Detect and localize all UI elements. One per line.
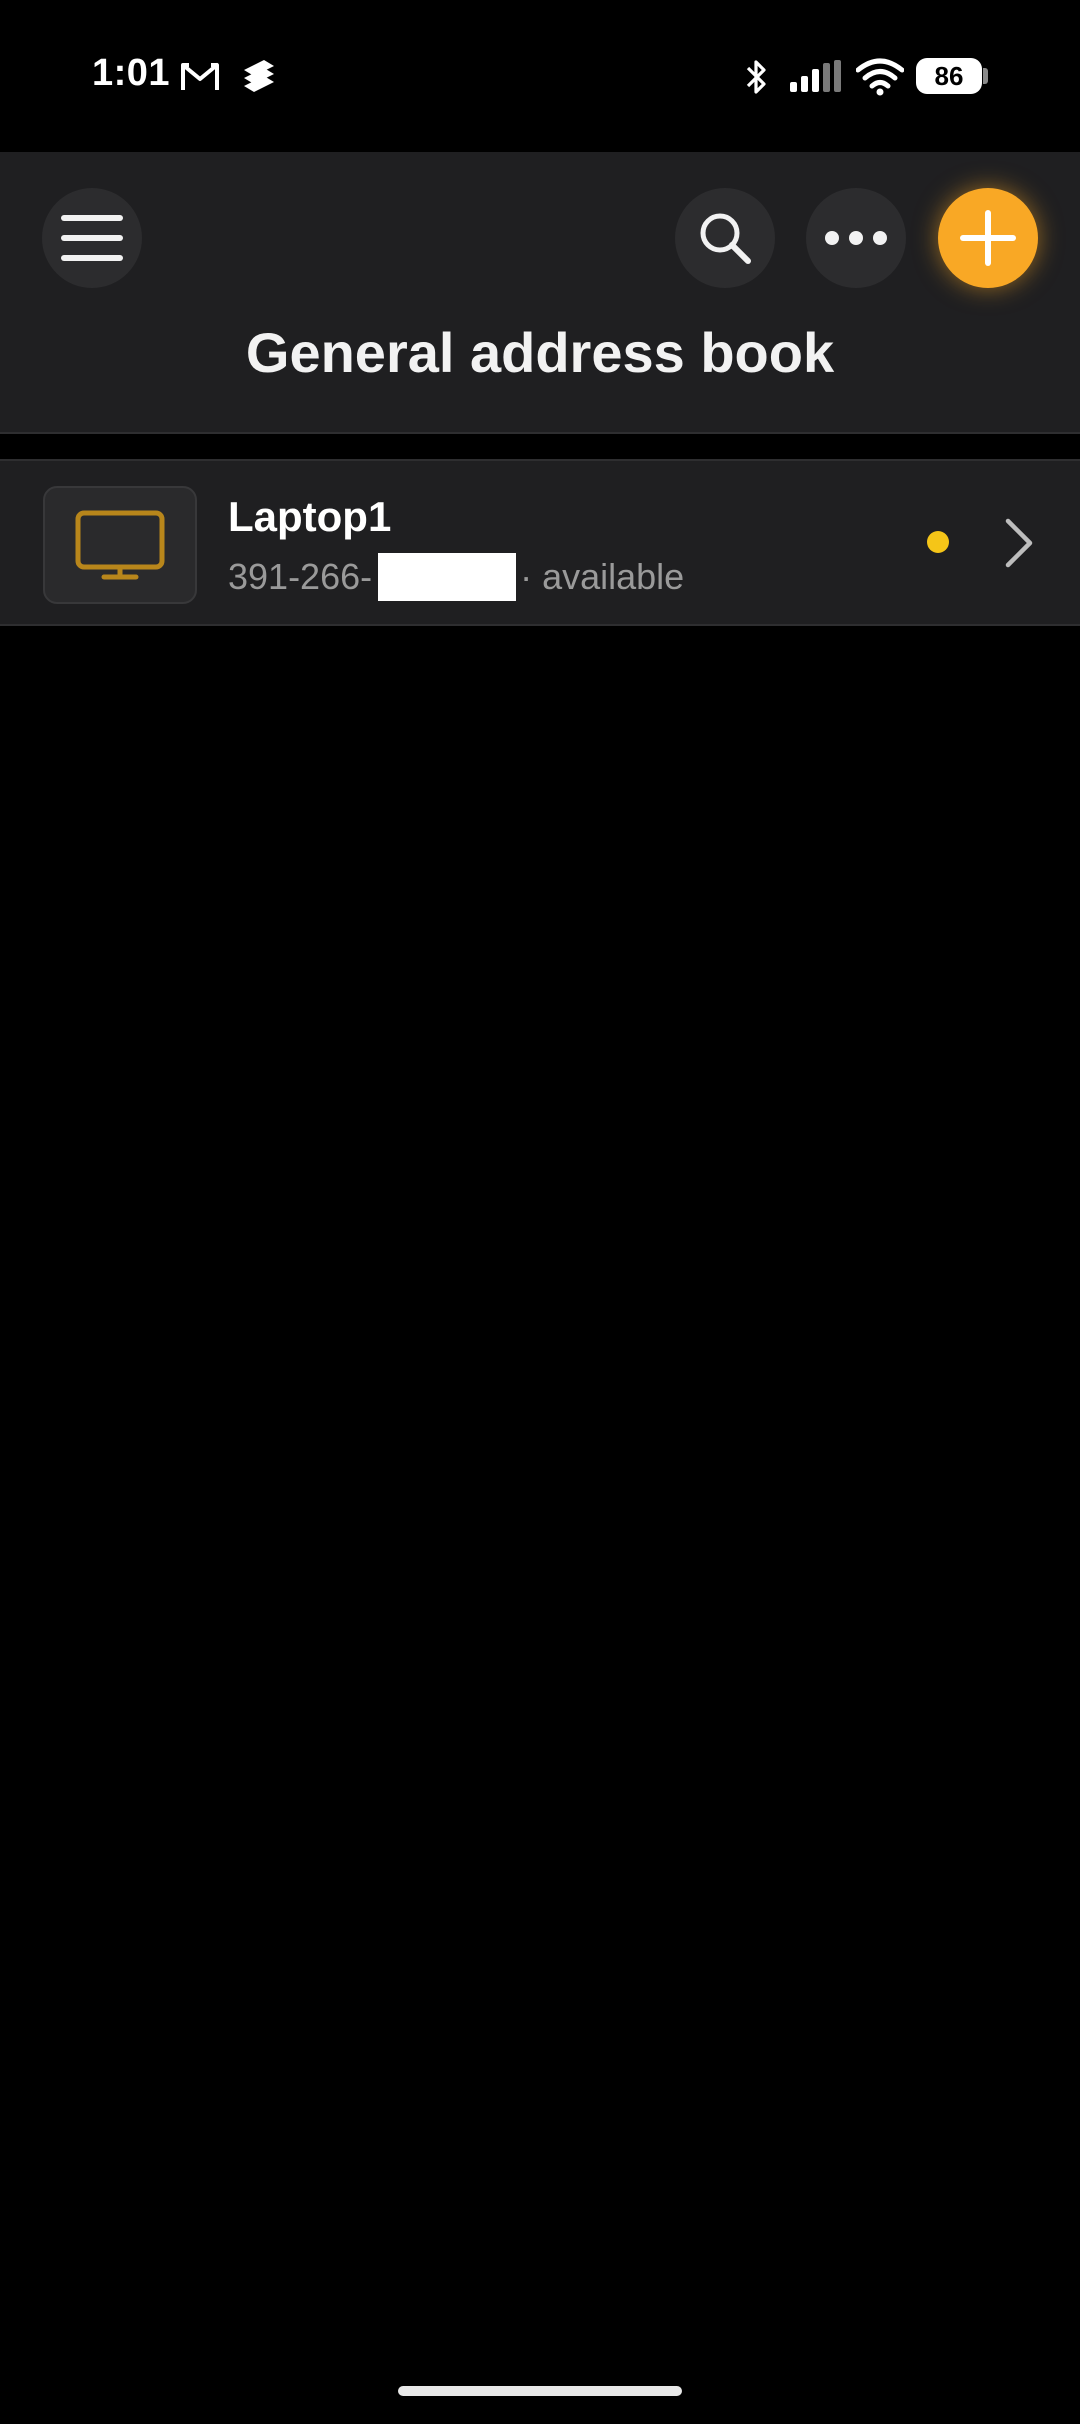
device-list-item[interactable]: Laptop1 391-266- · available: [0, 459, 1080, 626]
wifi-icon: [856, 58, 904, 96]
search-button[interactable]: [675, 188, 775, 288]
add-button[interactable]: [938, 188, 1038, 288]
signal-icon: [790, 60, 841, 92]
gmail-icon: [181, 63, 219, 90]
battery-icon: 86: [916, 58, 982, 94]
more-icon: [825, 231, 887, 245]
battery-nub: [983, 68, 988, 84]
device-id-prefix: 391-266-: [228, 556, 373, 597]
battery-level: 86: [934, 60, 964, 91]
monitor-icon: [75, 510, 165, 580]
more-options-button[interactable]: [806, 188, 906, 288]
device-id-status: 391-266- · available: [228, 553, 684, 601]
bluetooth-icon: [746, 60, 766, 94]
home-indicator[interactable]: [398, 2386, 682, 2396]
menu-icon: [61, 215, 123, 261]
search-icon: [700, 213, 751, 264]
redacted-id: [378, 553, 517, 601]
device-status: · available: [520, 556, 685, 597]
app-notification-icon: [244, 60, 274, 92]
device-icon-container: [43, 486, 197, 604]
status-time: 1:01: [92, 52, 171, 94]
menu-button[interactable]: [42, 188, 142, 288]
app-header: [0, 152, 1080, 434]
status-dot: [927, 531, 949, 553]
device-name: Laptop1: [228, 493, 392, 540]
status-bar: 1:01 86: [0, 0, 1080, 152]
chevron-right-icon: [1005, 518, 1033, 568]
add-icon: [960, 210, 1016, 266]
page-title: General address book: [245, 321, 835, 384]
